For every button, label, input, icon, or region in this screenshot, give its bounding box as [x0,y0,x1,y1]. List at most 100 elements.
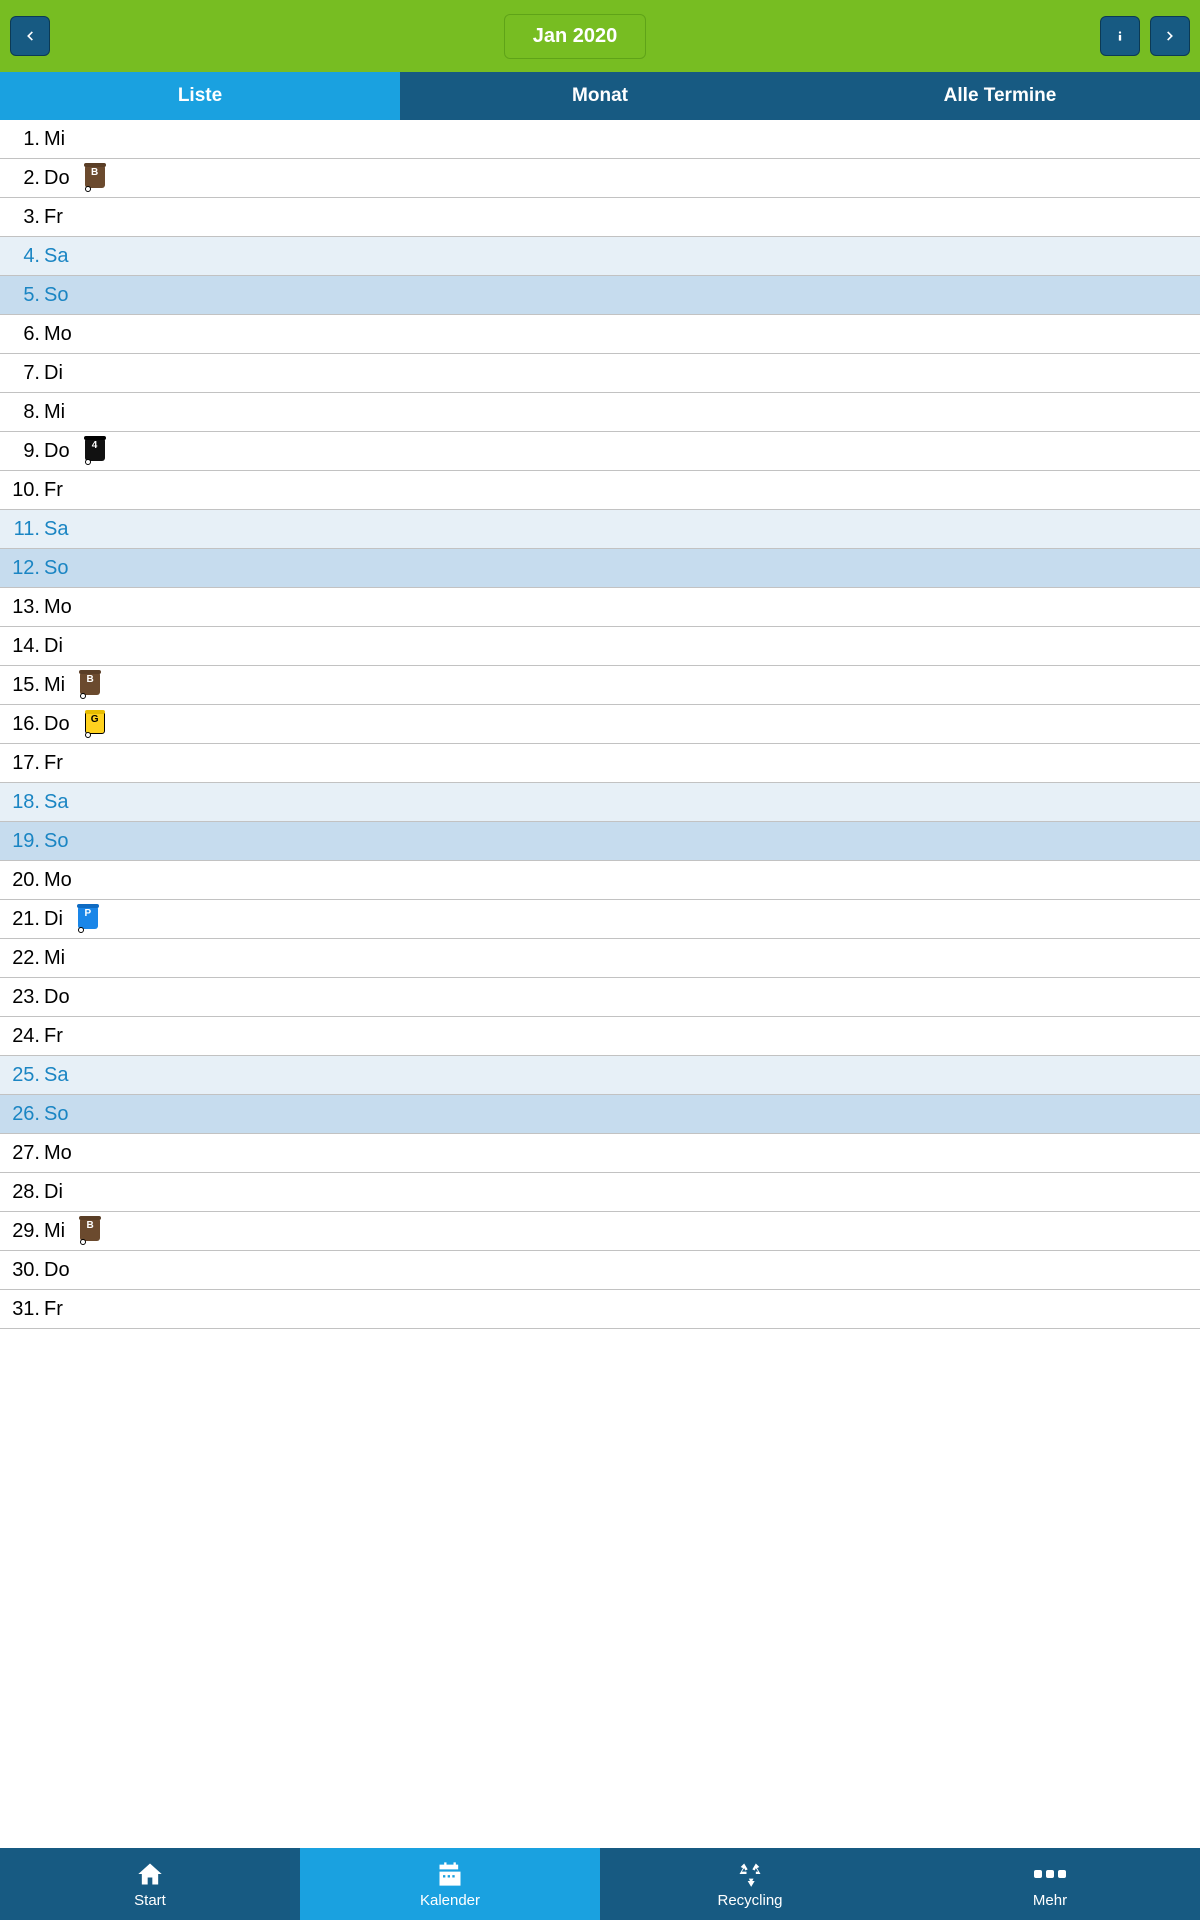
day-row[interactable]: 24.Fr [0,1017,1200,1056]
day-row[interactable]: 26.So [0,1095,1200,1134]
day-row[interactable]: 23.Do [0,978,1200,1017]
day-of-week: Mo [44,1142,72,1165]
day-number: 30. [6,1259,40,1282]
view-tabs: Liste Monat Alle Termine [0,72,1200,120]
day-of-week: Sa [44,1064,68,1087]
day-of-week: So [44,284,68,307]
info-button[interactable] [1100,16,1140,56]
home-icon [135,1860,165,1888]
day-row[interactable]: 16.Do G [0,705,1200,744]
day-number: 22. [6,947,40,970]
nav-kalender[interactable]: Kalender [300,1848,600,1920]
day-number: 24. [6,1025,40,1048]
nav-mehr[interactable]: Mehr [900,1848,1200,1920]
day-row[interactable]: 30.Do [0,1251,1200,1290]
nav-recycling[interactable]: Recycling [600,1848,900,1920]
tab-liste[interactable]: Liste [0,72,400,120]
day-number: 11. [6,518,40,541]
day-row[interactable]: 7.Di [0,354,1200,393]
day-of-week: So [44,1103,68,1126]
nav-label: Recycling [717,1892,782,1909]
header-bar: Jan 2020 [0,0,1200,72]
day-of-week: Sa [44,245,68,268]
day-number: 14. [6,635,40,658]
day-of-week: So [44,557,68,580]
day-row[interactable]: 17.Fr [0,744,1200,783]
day-row[interactable]: 29.MiB [0,1212,1200,1251]
waste-bin-icon: G [84,712,106,736]
day-number: 18. [6,791,40,814]
tab-label: Monat [572,85,628,107]
day-of-week: Mo [44,323,72,346]
day-number: 10. [6,479,40,502]
day-row[interactable]: 5.So [0,276,1200,315]
day-row[interactable]: 1.Mi [0,120,1200,159]
prev-month-button[interactable] [10,16,50,56]
bin-letter: B [80,673,100,695]
day-of-week: Do [44,986,70,1009]
chevron-right-icon [1163,29,1177,43]
day-row[interactable]: 22.Mi [0,939,1200,978]
bin-letter: B [85,166,105,188]
day-row[interactable]: 25.Sa [0,1056,1200,1095]
day-row[interactable]: 31.Fr [0,1290,1200,1329]
day-row[interactable]: 15.MiB [0,666,1200,705]
nav-start[interactable]: Start [0,1848,300,1920]
day-number: 19. [6,830,40,853]
header-left [10,16,50,56]
day-number: 28. [6,1181,40,1204]
day-of-week: Di [44,635,63,658]
day-number: 16. [6,713,40,736]
day-row[interactable]: 21.DiP [0,900,1200,939]
info-icon [1113,29,1127,43]
waste-bin-icon: B [79,1219,101,1243]
day-of-week: Fr [44,206,63,229]
bin-letter: 4 [85,439,105,461]
day-row[interactable]: 10.Fr [0,471,1200,510]
recycle-icon [735,1860,765,1888]
day-row[interactable]: 12.So [0,549,1200,588]
day-row[interactable]: 14.Di [0,627,1200,666]
day-row[interactable]: 18.Sa [0,783,1200,822]
day-row[interactable]: 20.Mo [0,861,1200,900]
day-number: 23. [6,986,40,1009]
day-number: 26. [6,1103,40,1126]
day-number: 31. [6,1298,40,1321]
month-selector-button[interactable]: Jan 2020 [504,14,647,59]
more-icon [1034,1860,1066,1888]
day-number: 15. [6,674,40,697]
tab-alle-termine[interactable]: Alle Termine [800,72,1200,120]
tab-label: Liste [178,85,222,107]
day-row[interactable]: 11.Sa [0,510,1200,549]
day-of-week: So [44,830,68,853]
day-row[interactable]: 9.Do4 [0,432,1200,471]
day-of-week: Fr [44,1025,63,1048]
day-row[interactable]: 2.DoB [0,159,1200,198]
day-row[interactable]: 19.So [0,822,1200,861]
day-list[interactable]: 1.Mi2.DoB3.Fr4.Sa5.So6.Mo7.Di8.Mi9.Do410… [0,120,1200,1848]
day-row[interactable]: 4.Sa [0,237,1200,276]
next-month-button[interactable] [1150,16,1190,56]
waste-bin-icon: 4 [84,439,106,463]
bin-letter: G [85,712,105,734]
day-number: 9. [6,440,40,463]
day-row[interactable]: 6.Mo [0,315,1200,354]
day-row[interactable]: 27.Mo [0,1134,1200,1173]
day-of-week: Sa [44,791,68,814]
day-row[interactable]: 13.Mo [0,588,1200,627]
nav-label: Kalender [420,1892,480,1909]
day-row[interactable]: 28.Di [0,1173,1200,1212]
day-row[interactable]: 8.Mi [0,393,1200,432]
day-number: 2. [6,167,40,190]
day-number: 25. [6,1064,40,1087]
day-of-week: Do [44,1259,70,1282]
day-of-week: Do [44,713,70,736]
day-of-week: Fr [44,752,63,775]
tab-label: Alle Termine [944,85,1057,107]
nav-label: Mehr [1033,1892,1067,1909]
day-row[interactable]: 3.Fr [0,198,1200,237]
calendar-icon [435,1860,465,1888]
tab-monat[interactable]: Monat [400,72,800,120]
day-number: 20. [6,869,40,892]
day-of-week: Di [44,908,63,931]
